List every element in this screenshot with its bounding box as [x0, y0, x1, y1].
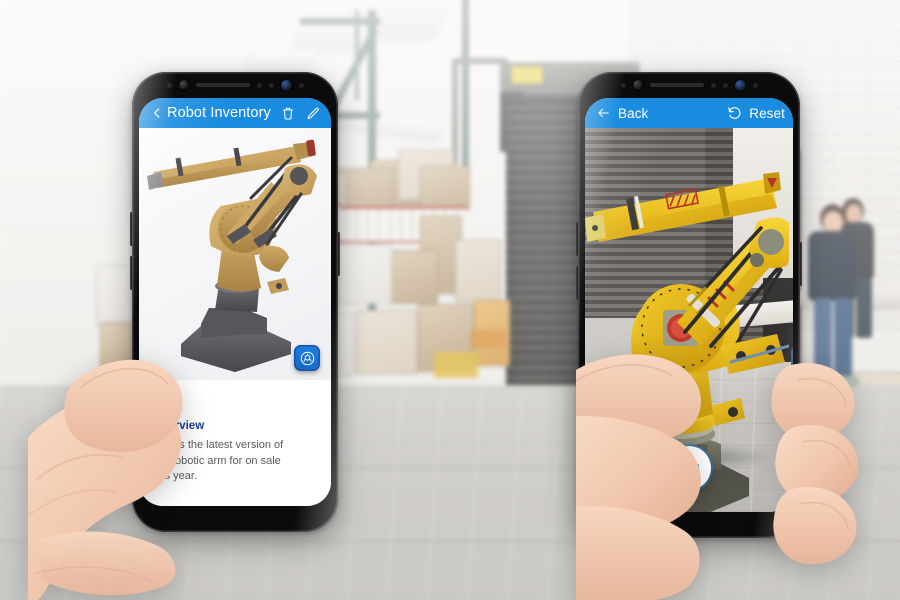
iris-scanner-icon: [178, 80, 189, 90]
led-indicator-icon: [752, 82, 758, 88]
reset-icon[interactable]: [724, 103, 744, 123]
earpiece-speaker: [649, 83, 704, 87]
arrow-left-icon[interactable]: [593, 103, 613, 123]
volume-button[interactable]: [130, 212, 133, 246]
left-hand: [28, 359, 183, 600]
reset-label[interactable]: Reset: [749, 106, 785, 121]
trash-icon[interactable]: [278, 103, 298, 123]
page-title: Robot Inventory: [167, 105, 271, 121]
light-sensor-icon: [268, 82, 274, 88]
proximity-sensor-icon: [620, 82, 626, 88]
light-sensor-icon: [722, 82, 728, 88]
power-button[interactable]: [337, 232, 340, 276]
right-hand: [576, 354, 859, 600]
volume-button[interactable]: [576, 222, 579, 256]
front-camera-icon: [734, 79, 746, 91]
phone-top-bezel: [132, 72, 338, 98]
right-appbar: Back Reset: [585, 98, 793, 128]
pencil-icon[interactable]: [303, 103, 323, 123]
led-indicator-icon: [298, 82, 304, 88]
phone-top-bezel: [578, 72, 800, 98]
volume-button[interactable]: [576, 266, 579, 300]
iris-scanner-icon: [632, 80, 643, 90]
front-camera-icon: [280, 79, 292, 91]
light-sensor-icon: [710, 82, 716, 88]
power-button[interactable]: [799, 242, 802, 286]
back-label[interactable]: Back: [618, 106, 648, 121]
earpiece-speaker: [195, 83, 250, 87]
screenshot-stage: Robot Inventory Overview This is the lat…: [0, 0, 900, 600]
volume-button[interactable]: [130, 256, 133, 290]
chevron-left-icon[interactable]: [147, 103, 167, 123]
light-sensor-icon: [256, 82, 262, 88]
left-appbar: Robot Inventory: [139, 98, 331, 128]
proximity-sensor-icon: [166, 82, 172, 88]
